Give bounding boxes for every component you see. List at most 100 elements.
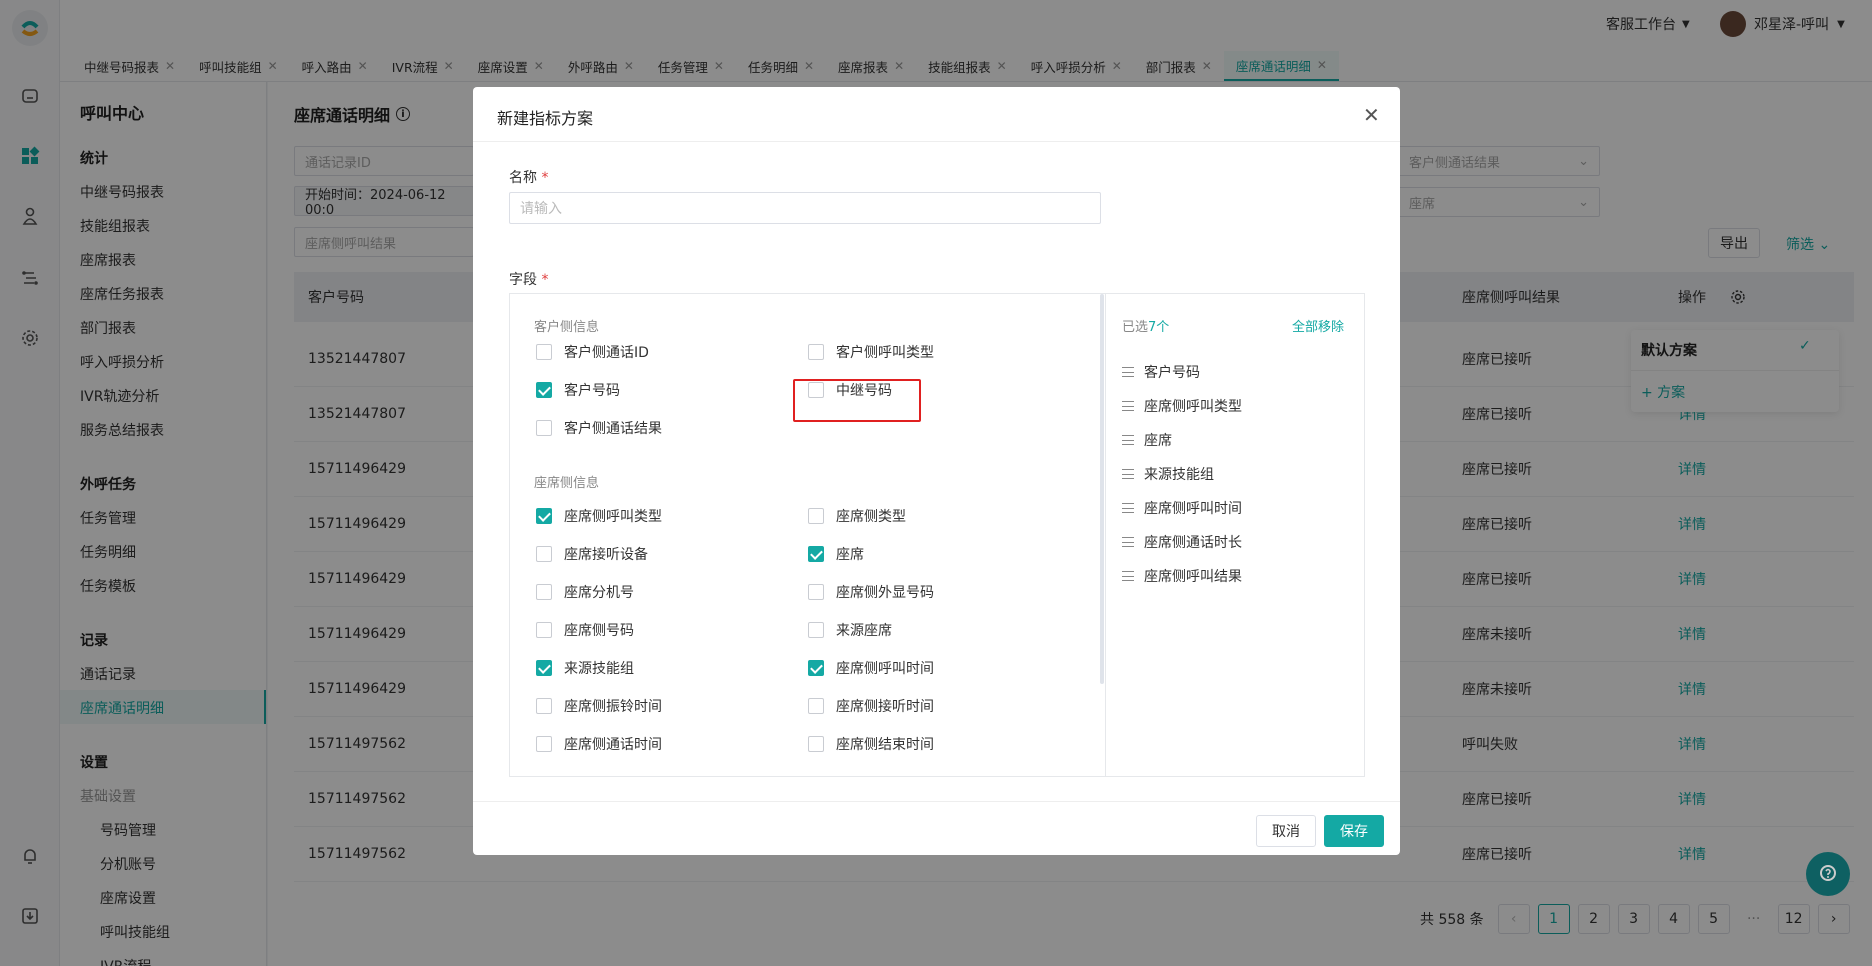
drag-handle-icon[interactable] <box>1122 401 1134 411</box>
field-checkbox-label: 座席侧外显号码 <box>836 585 934 601</box>
field-checkbox-label: 客户侧呼叫类型 <box>836 345 934 361</box>
selected-field-item[interactable]: 客户号码 <box>1122 362 1200 382</box>
drag-handle-icon[interactable] <box>1122 571 1134 581</box>
chat-icon[interactable] <box>1806 852 1850 896</box>
field-checkbox-label: 来源座席 <box>836 623 892 639</box>
field-checkbox[interactable]: 座席侧接听时间 <box>808 696 934 716</box>
close-icon[interactable]: ✕ <box>1363 103 1380 127</box>
checkbox-icon[interactable] <box>536 344 552 360</box>
name-label-text: 名称 <box>509 170 537 186</box>
divider <box>473 141 1400 142</box>
field-checkbox-label: 客户侧通话结果 <box>564 421 662 437</box>
field-checkbox[interactable]: 客户侧通话结果 <box>536 418 662 438</box>
field-checkbox[interactable]: 座席侧呼叫类型 <box>536 506 662 526</box>
field-checkbox[interactable]: 来源座席 <box>808 620 892 640</box>
field-checkbox[interactable]: 座席侧外显号码 <box>808 582 934 602</box>
selected-field-label: 座席侧呼叫类型 <box>1144 399 1242 415</box>
selected-field-label: 座席侧呼叫结果 <box>1144 569 1242 585</box>
checkbox-icon[interactable] <box>536 736 552 752</box>
field-checkbox[interactable]: 客户侧通话ID <box>536 342 649 362</box>
checkbox-icon[interactable] <box>808 584 824 600</box>
field-checkbox-label: 座席侧结束时间 <box>836 737 934 753</box>
drag-handle-icon[interactable] <box>1122 435 1134 445</box>
field-checkbox[interactable]: 客户侧呼叫类型 <box>808 342 934 362</box>
checkbox-checked-icon[interactable] <box>536 382 552 398</box>
field-checkbox[interactable]: 来源技能组 <box>536 658 634 678</box>
check-icon: ✓ <box>1799 338 1811 354</box>
field-checkbox[interactable]: 座席侧结束时间 <box>808 734 934 754</box>
selected-field-label: 座席侧通话时长 <box>1144 535 1242 551</box>
checkbox-icon[interactable] <box>808 344 824 360</box>
selected-count-value: 7个 <box>1148 320 1170 335</box>
field-checkbox[interactable]: 座席侧振铃时间 <box>536 696 662 716</box>
field-checkbox-label: 来源技能组 <box>564 661 634 677</box>
checkbox-icon[interactable] <box>808 508 824 524</box>
checkbox-icon[interactable] <box>536 622 552 638</box>
fields-panel: 客户侧信息 座席侧信息 已选7个 全部移除 客户号码 座席侧呼叫类型 座席 来源技能组… <box>509 293 1365 777</box>
selected-field-item[interactable]: 座席侧呼叫结果 <box>1122 566 1242 586</box>
selected-field-item[interactable]: 座席侧呼叫类型 <box>1122 396 1242 416</box>
drag-handle-icon[interactable] <box>1122 537 1134 547</box>
field-checkbox[interactable]: 座席侧号码 <box>536 620 634 640</box>
field-checkbox-label: 座席侧振铃时间 <box>564 699 662 715</box>
selected-field-item[interactable]: 座席 <box>1122 430 1172 450</box>
field-checkbox[interactable]: 座席接听设备 <box>536 544 648 564</box>
drag-handle-icon[interactable] <box>1122 469 1134 479</box>
field-checkbox[interactable]: 座席侧呼叫时间 <box>808 658 934 678</box>
required-mark: * <box>541 170 549 186</box>
selected-field-label: 来源技能组 <box>1144 467 1214 483</box>
selected-prefix: 已选 <box>1122 320 1149 335</box>
add-scheme-button[interactable]: + 方案 <box>1641 382 1685 402</box>
dialog-title: 新建指标方案 <box>497 109 594 128</box>
field-checkbox-label: 座席侧呼叫类型 <box>564 509 662 525</box>
selected-fields-panel: 已选7个 全部移除 客户号码座席侧呼叫类型座席来源技能组座席侧呼叫时间 座席侧通话… <box>1105 294 1364 776</box>
checkbox-icon[interactable] <box>536 546 552 562</box>
selected-field-item[interactable]: 来源技能组 <box>1122 464 1214 484</box>
checkbox-checked-icon[interactable] <box>808 660 824 676</box>
checkbox-icon[interactable] <box>808 736 824 752</box>
cancel-button[interactable]: 取消 <box>1256 815 1316 847</box>
field-checkbox-label: 客户号码 <box>564 383 620 399</box>
remove-all-button[interactable]: 全部移除 <box>1292 316 1344 335</box>
drag-handle-icon[interactable] <box>1122 503 1134 513</box>
field-checkbox-label: 客户侧通话ID <box>564 345 649 361</box>
divider <box>1631 370 1839 371</box>
default-scheme-item[interactable]: 默认方案 <box>1641 340 1697 360</box>
field-checkbox-label: 座席侧号码 <box>564 623 634 639</box>
name-input[interactable]: 请输入 <box>509 192 1101 224</box>
field-checkbox[interactable]: 座席侧通话时间 <box>536 734 662 754</box>
scrollbar[interactable] <box>1100 294 1104 684</box>
field-checkbox[interactable]: 座席分机号 <box>536 582 634 602</box>
checkbox-icon[interactable] <box>536 698 552 714</box>
fields-label: 字段 * <box>509 269 548 289</box>
field-checkbox[interactable]: 客户号码 <box>536 380 620 400</box>
drag-handle-icon[interactable] <box>1122 367 1134 377</box>
agent-group-label: 座席侧信息 <box>534 476 600 491</box>
scheme-popup: 默认方案 ✓ + 方案 <box>1631 330 1839 412</box>
required-mark: * <box>541 272 549 288</box>
field-checkbox-label: 座席侧呼叫时间 <box>836 661 934 677</box>
field-checkbox-label: 座席侧通话时间 <box>564 737 662 753</box>
field-checkbox-label: 座席分机号 <box>564 585 634 601</box>
save-button[interactable]: 保存 <box>1324 815 1384 847</box>
field-checkbox[interactable]: 座席 <box>808 544 864 564</box>
selected-count: 已选7个 <box>1122 316 1169 335</box>
new-scheme-dialog: 新建指标方案 ✕ 名称 * 请输入 字段 * 客户侧信息 座席侧信息 已选7个 … <box>473 87 1400 855</box>
fields-label-text: 字段 <box>509 272 537 288</box>
checkbox-checked-icon[interactable] <box>536 508 552 524</box>
checkbox-icon[interactable] <box>536 420 552 436</box>
checkbox-icon[interactable] <box>808 698 824 714</box>
field-checkbox-label: 座席 <box>836 547 864 563</box>
field-checkbox-label: 座席侧接听时间 <box>836 699 934 715</box>
checkbox-icon[interactable] <box>808 622 824 638</box>
selected-field-label: 座席侧呼叫时间 <box>1144 501 1242 517</box>
selected-field-item[interactable]: 座席侧呼叫时间 <box>1122 498 1242 518</box>
checkbox-checked-icon[interactable] <box>808 546 824 562</box>
selected-field-item[interactable]: 座席侧通话时长 <box>1122 532 1242 552</box>
highlight-box <box>793 379 921 422</box>
field-checkbox[interactable]: 座席侧类型 <box>808 506 906 526</box>
divider <box>473 801 1400 802</box>
checkbox-icon[interactable] <box>536 584 552 600</box>
field-checkbox-label: 座席侧类型 <box>836 509 906 525</box>
checkbox-checked-icon[interactable] <box>536 660 552 676</box>
